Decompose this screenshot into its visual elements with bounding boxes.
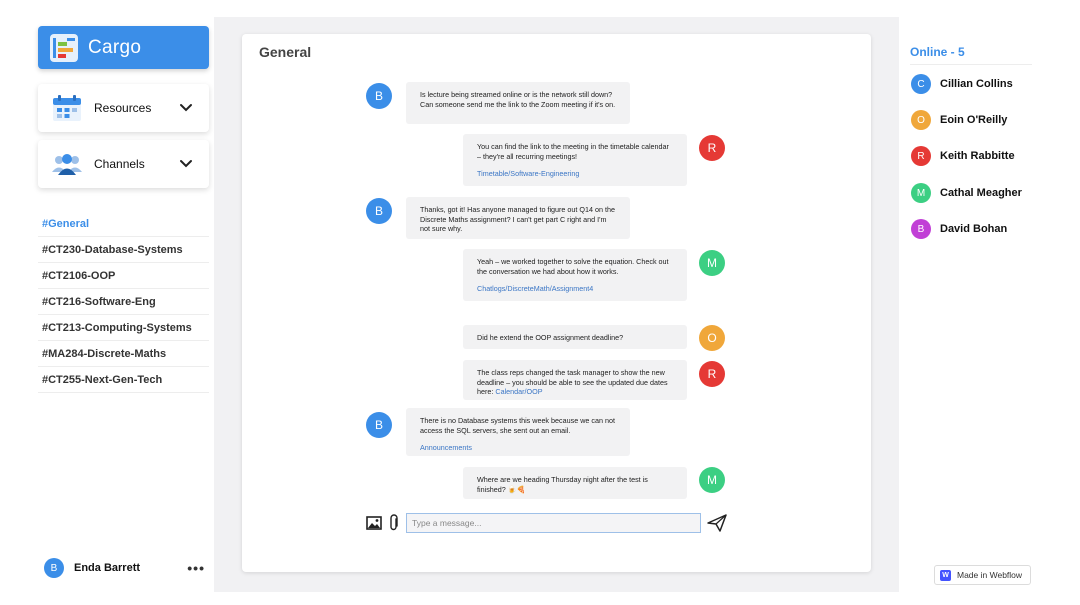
badge-label: Made in Webflow: [957, 570, 1023, 580]
online-user[interactable]: B David Bohan: [911, 218, 1007, 240]
made-in-webflow-badge[interactable]: W Made in Webflow: [934, 565, 1031, 585]
channel-item-ct2106[interactable]: #CT2106-OOP: [38, 263, 209, 289]
paperclip-icon[interactable]: [388, 514, 400, 532]
avatar: B: [911, 219, 931, 239]
resources-dropdown[interactable]: Resources: [38, 84, 209, 132]
avatar: R: [911, 146, 931, 166]
online-user-name: Cillian Collins: [940, 78, 1013, 90]
message-link[interactable]: Chatlogs/DiscreteMath/Assignment4: [477, 284, 673, 294]
send-icon[interactable]: [707, 514, 727, 532]
chat-message: Is lecture being streamed online or is t…: [406, 82, 630, 124]
chat-card: General B Is lecture being streamed onli…: [242, 34, 871, 572]
app-name: Cargo: [88, 36, 142, 58]
main-panel: General B Is lecture being streamed onli…: [214, 17, 899, 592]
message-text: Is lecture being streamed online or is t…: [420, 90, 616, 109]
people-icon: [52, 154, 82, 175]
app-root: Cargo Resources Channels #General #CT230…: [0, 0, 1080, 605]
cargo-logo-icon: [50, 33, 78, 62]
avatar[interactable]: B: [366, 412, 392, 438]
message-text: Did he extend the OOP assignment deadlin…: [477, 333, 624, 342]
resources-label: Resources: [94, 101, 152, 115]
channels-dropdown[interactable]: Channels: [38, 140, 209, 188]
channel-item-general[interactable]: #General: [38, 211, 209, 237]
current-user-name: Enda Barrett: [74, 562, 141, 574]
message-text: You can find the link to the meeting in …: [477, 142, 669, 161]
channel-item-ct230[interactable]: #CT230-Database-Systems: [38, 237, 209, 263]
calendar-icon: [53, 95, 81, 121]
channel-item-ct216[interactable]: #CT216-Software-Eng: [38, 289, 209, 315]
chat-message: Yeah – we worked together to solve the e…: [463, 249, 687, 301]
chat-message: The class reps changed the task manager …: [463, 360, 687, 400]
online-user[interactable]: C Cillian Collins: [911, 73, 1013, 95]
current-user[interactable]: B Enda Barrett •••: [44, 556, 209, 580]
chat-message: Where are we heading Thursday night afte…: [463, 467, 687, 499]
avatar: M: [911, 183, 931, 203]
message-input[interactable]: Type a message...: [406, 513, 701, 533]
message-text: Thanks, got it! Has anyone managed to fi…: [420, 205, 615, 234]
channel-item-ct213[interactable]: #CT213-Computing-Systems: [38, 315, 209, 341]
more-options-icon[interactable]: •••: [187, 560, 205, 576]
channel-item-ma284[interactable]: #MA284-Discrete-Maths: [38, 341, 209, 367]
online-user-name: David Bohan: [940, 223, 1008, 235]
online-user-name: Cathal Meagher: [940, 187, 1022, 199]
chevron-down-icon[interactable]: [175, 97, 197, 119]
channel-item-ct255[interactable]: #CT255-Next-Gen-Tech: [38, 367, 209, 393]
message-link[interactable]: Calendar/OOP: [495, 387, 542, 396]
message-link[interactable]: Timetable/Software-Engineering: [477, 169, 673, 179]
avatar[interactable]: M: [699, 467, 725, 493]
avatar[interactable]: O: [699, 325, 725, 351]
online-count-title: Online - 5: [910, 45, 965, 59]
chat-message: You can find the link to the meeting in …: [463, 134, 687, 186]
online-user[interactable]: M Cathal Meagher: [911, 182, 1022, 204]
online-user[interactable]: R Keith Rabbitte: [911, 145, 1015, 167]
avatar[interactable]: M: [699, 250, 725, 276]
avatar: B: [44, 558, 64, 578]
avatar[interactable]: B: [366, 83, 392, 109]
message-text: Where are we heading Thursday night afte…: [477, 475, 648, 494]
chat-message: There is no Database systems this week b…: [406, 408, 630, 456]
avatar: C: [911, 74, 931, 94]
message-text: Yeah – we worked together to solve the e…: [477, 257, 669, 276]
online-sidebar: Online - 5 C Cillian Collins O Eoin O'Re…: [899, 0, 1080, 605]
chevron-down-icon[interactable]: [175, 153, 197, 175]
chat-title: General: [259, 44, 312, 60]
image-icon[interactable]: [366, 516, 382, 530]
online-user-name: Eoin O'Reilly: [940, 114, 1008, 126]
avatar[interactable]: R: [699, 135, 725, 161]
message-text: There is no Database systems this week b…: [420, 416, 615, 435]
chat-message: Did he extend the OOP assignment deadlin…: [463, 325, 687, 349]
brand-header[interactable]: Cargo: [38, 26, 209, 69]
webflow-logo-icon: W: [940, 569, 951, 581]
online-user[interactable]: O Eoin O'Reilly: [911, 109, 1007, 131]
left-sidebar: Cargo Resources Channels #General #CT230…: [0, 0, 214, 605]
channel-list: #General #CT230-Database-Systems #CT2106…: [38, 211, 209, 393]
message-composer: Type a message...: [366, 510, 728, 536]
message-link[interactable]: Announcements: [420, 443, 616, 453]
avatar: O: [911, 110, 931, 130]
avatar[interactable]: B: [366, 198, 392, 224]
channels-label: Channels: [94, 157, 145, 171]
avatar[interactable]: R: [699, 361, 725, 387]
divider: [910, 64, 1032, 65]
online-user-name: Keith Rabbitte: [940, 150, 1015, 162]
chat-message: Thanks, got it! Has anyone managed to fi…: [406, 197, 630, 239]
